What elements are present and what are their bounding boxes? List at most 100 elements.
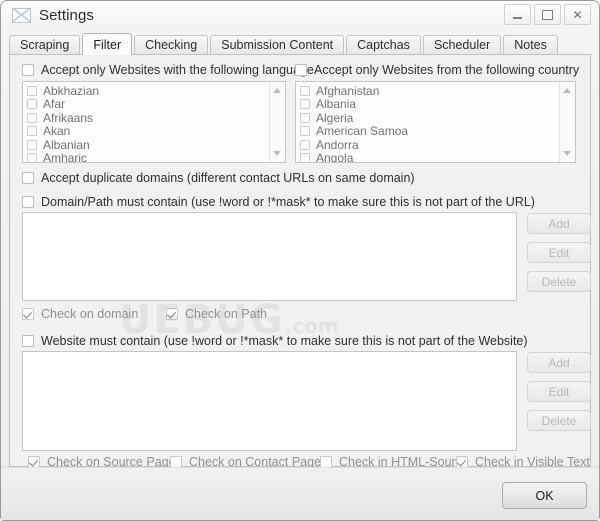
accept-duplicate-domains-checkbox[interactable]: Accept duplicate domains (different cont… (22, 171, 415, 185)
list-item-label: Abkhazian (43, 83, 100, 98)
scroll-down-icon[interactable] (273, 151, 281, 156)
maximize-button[interactable] (534, 4, 561, 25)
list-item[interactable]: Andorra (296, 138, 559, 152)
title-bar: Settings ✕ (1, 1, 599, 30)
list-item[interactable]: Afar (23, 97, 269, 112)
checkbox-box (27, 153, 37, 162)
list-item[interactable]: Angola (296, 151, 559, 163)
domain-path-must-contain-label: Domain/Path must contain (use !word or !… (41, 195, 535, 209)
checkbox-box (300, 126, 310, 137)
checkbox-box (27, 139, 37, 150)
list-item[interactable]: Amharic (23, 151, 269, 162)
website-edit-button[interactable]: Edit (527, 381, 591, 402)
checkbox-box (300, 139, 310, 150)
country-list-scrollbar[interactable] (559, 82, 575, 162)
check-on-domain-checkbox[interactable]: Check on domain (22, 307, 138, 321)
list-item-label: American Samoa (316, 124, 409, 139)
checkbox-box (22, 308, 34, 320)
list-item-label: Afar (43, 97, 66, 112)
dialog-footer: OK (1, 467, 599, 520)
list-item[interactable]: Afrikaans (23, 111, 269, 125)
domain-add-button[interactable]: Add (527, 213, 591, 234)
mail-envelope-icon (12, 8, 31, 23)
tab-label: Submission Content (221, 38, 334, 52)
list-item-label: Akan (43, 124, 71, 139)
check-on-path-label: Check on Path (185, 307, 267, 321)
tab-captchas[interactable]: Captchas (346, 35, 421, 54)
filter-tab-panel: Accept only Websites with the following … (9, 54, 591, 469)
accept-duplicate-domains-label: Accept duplicate domains (different cont… (41, 171, 415, 185)
language-list-scrollbar[interactable] (269, 82, 285, 162)
tab-checking[interactable]: Checking (134, 35, 209, 54)
country-filter-checkbox[interactable]: Accept only Websites from the following … (295, 63, 580, 77)
scroll-down-icon[interactable] (563, 151, 571, 156)
tab-bar: Scraping Filter Checking Submission Cont… (9, 33, 591, 55)
button-label: Edit (548, 384, 570, 399)
list-item[interactable]: Albania (296, 97, 559, 112)
tab-scheduler[interactable]: Scheduler (422, 35, 502, 54)
window-title: Settings (39, 7, 94, 24)
list-item[interactable]: American Samoa (296, 124, 559, 139)
checkbox-box (300, 153, 310, 162)
list-item-label: Algeria (316, 110, 354, 125)
country-filter-label: Accept only Websites from the following … (314, 63, 580, 77)
close-button[interactable]: ✕ (564, 4, 591, 25)
tab-notes[interactable]: Notes (503, 35, 558, 54)
button-label: Add (548, 216, 570, 231)
tab-label: Notes (514, 38, 547, 52)
button-label: Delete (541, 413, 577, 428)
checkbox-box (22, 335, 34, 347)
list-item-label: Albania (316, 97, 357, 112)
checkbox-box (300, 85, 310, 96)
domain-path-textarea[interactable] (22, 212, 517, 301)
tab-filter[interactable]: Filter (82, 33, 133, 55)
country-filter-group: Accept only Websites from the following … (295, 63, 580, 163)
checkbox-box (295, 64, 307, 76)
checkbox-box (27, 99, 37, 110)
tab-submission-content[interactable]: Submission Content (210, 35, 345, 54)
scroll-up-icon[interactable] (563, 88, 571, 93)
tab-label: Filter (93, 37, 122, 52)
country-list-items: Afghanistan Albania Algeria American Sam… (296, 84, 559, 163)
checkbox-box (300, 112, 310, 123)
minimize-icon (513, 16, 522, 19)
checkbox-box (27, 112, 37, 123)
button-label: Delete (541, 274, 577, 289)
check-on-domain-label: Check on domain (41, 307, 139, 321)
window-controls: ✕ (504, 4, 591, 25)
website-must-contain-checkbox[interactable]: Website must contain (use !word or !*mas… (22, 334, 528, 348)
tab-label: Scraping (20, 38, 70, 52)
check-on-path-checkbox[interactable]: Check on Path (166, 307, 267, 321)
list-item[interactable]: Algeria (296, 111, 559, 125)
website-must-contain-label: Website must contain (use !word or !*mas… (41, 334, 528, 348)
list-item-label: Angola (316, 151, 354, 163)
list-item[interactable]: Akan (23, 124, 269, 139)
list-item[interactable]: Abkhazian (23, 84, 269, 98)
language-filter-group: Accept only Websites with the following … (22, 63, 314, 163)
list-item-label: Andorra (316, 137, 359, 152)
website-textarea[interactable] (22, 351, 517, 451)
language-filter-checkbox[interactable]: Accept only Websites with the following … (22, 63, 314, 77)
domain-delete-button[interactable]: Delete (527, 271, 591, 292)
tab-label: Checking (145, 38, 198, 52)
website-add-button[interactable]: Add (527, 352, 591, 373)
button-label: Edit (548, 245, 570, 260)
domain-edit-button[interactable]: Edit (527, 242, 591, 263)
list-item[interactable]: Afghanistan (296, 84, 559, 98)
country-listbox[interactable]: Afghanistan Albania Algeria American Sam… (295, 81, 576, 163)
website-delete-button[interactable]: Delete (527, 410, 591, 431)
checkbox-box (22, 172, 34, 184)
tab-scraping[interactable]: Scraping (9, 35, 81, 54)
ok-button[interactable]: OK (502, 482, 587, 509)
minimize-button[interactable] (504, 4, 531, 25)
list-item-label: Albanian (43, 137, 90, 152)
button-label: Add (548, 355, 570, 370)
tab-label: Scheduler (433, 38, 491, 52)
close-icon: ✕ (572, 7, 583, 22)
list-item[interactable]: Albanian (23, 138, 269, 152)
scroll-up-icon[interactable] (273, 88, 281, 93)
language-listbox[interactable]: Abkhazian Afar Afrikaans Akan Albanian A… (22, 81, 286, 163)
checkbox-box (27, 85, 37, 96)
domain-path-must-contain-checkbox[interactable]: Domain/Path must contain (use !word or !… (22, 195, 535, 209)
checkbox-box (300, 99, 310, 110)
